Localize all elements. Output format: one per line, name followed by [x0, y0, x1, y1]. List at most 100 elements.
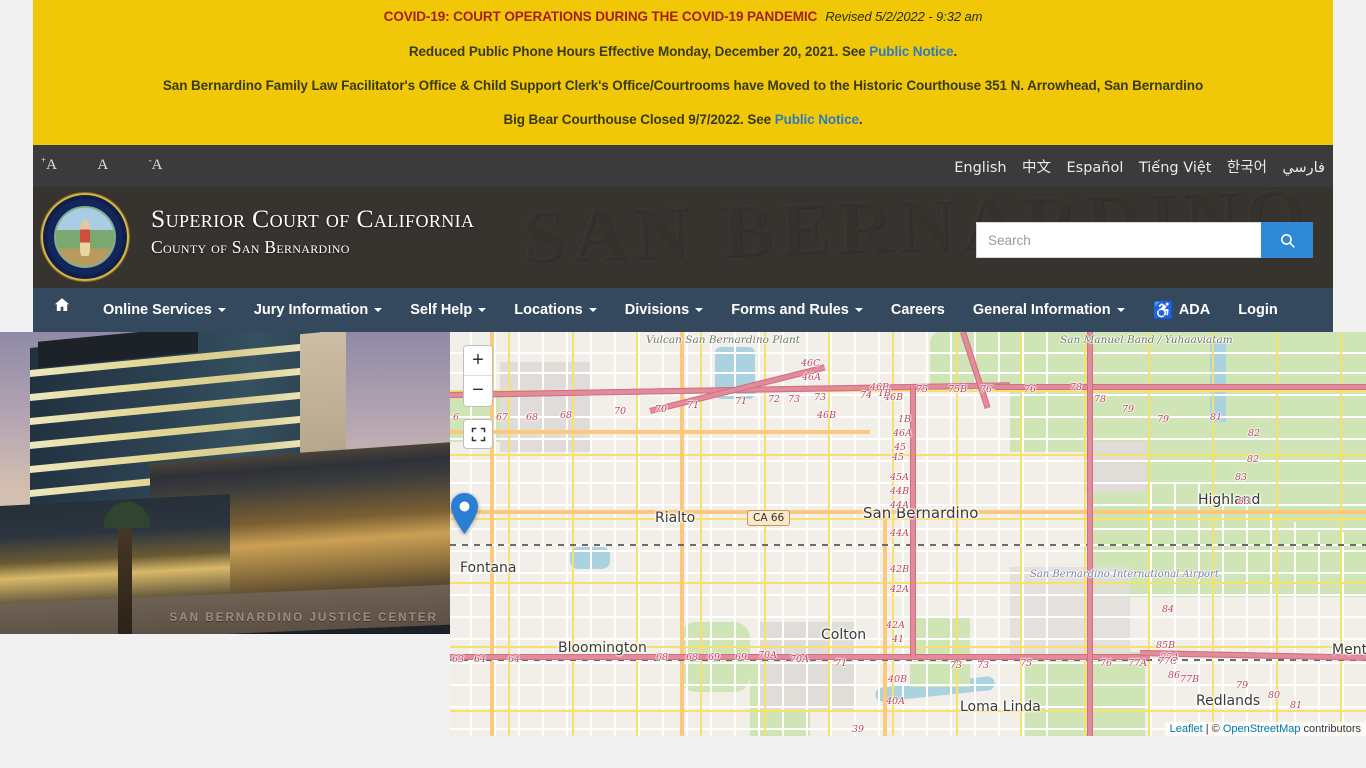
utility-bar: +A A -A English 中文 Español Tiếng Việt 한국… [33, 145, 1333, 187]
nav-label-self-help: Self Help [410, 302, 473, 318]
map-zoom-out-button[interactable]: − [464, 376, 492, 406]
language-link-english[interactable]: English [954, 160, 1006, 176]
attrib-copyright: © [1211, 723, 1223, 735]
font-size-increase-button[interactable]: +A [41, 155, 75, 174]
language-link-farsi[interactable]: فارسي [1282, 160, 1325, 176]
nav-item-divisions[interactable]: Divisions [611, 288, 717, 332]
alert-line-1: COVID-19: COURT OPERATIONS DURING THE CO… [33, 9, 1333, 26]
alert-line-4-period: . [858, 111, 863, 127]
nav-item-forms-and-rules[interactable]: Forms and Rules [717, 288, 877, 332]
map-label-rialto: Rialto [655, 510, 696, 526]
openstreetmap-link[interactable]: OpenStreetMap [1223, 723, 1301, 735]
map-zoom-controls: + − [463, 345, 493, 407]
chevron-down-icon [854, 308, 863, 312]
court-title-line2: County of San Bernardino [151, 236, 350, 257]
map-green-area [910, 617, 970, 687]
alert-line-4-text: Big Bear Courthouse Closed 9/7/2022. See [503, 111, 775, 127]
photo-palm-trunk [118, 514, 132, 634]
search-input[interactable] [976, 222, 1261, 258]
home-icon [53, 288, 71, 332]
attrib-separator: | [1202, 723, 1212, 735]
alert-revised-timestamp: Revised 5/2/2022 - 9:32 am [825, 9, 983, 24]
font-size-increase-label: A [46, 157, 57, 173]
location-map[interactable]: Vulcan San Bernardino Plant San Manuel B… [450, 332, 1366, 736]
font-size-controls: +A A -A [41, 155, 199, 174]
alert-line-2: Reduced Public Phone Hours Effective Mon… [33, 44, 1333, 61]
nav-label-online-services: Online Services [103, 302, 212, 318]
map-fullscreen-button[interactable] [463, 419, 493, 449]
map-grey-area [1086, 442, 1146, 492]
map-label-redlands: Redlands [1196, 693, 1261, 709]
nav-item-online-services[interactable]: Online Services [89, 288, 240, 332]
covid-alert-banner: COVID-19: COURT OPERATIONS DURING THE CO… [33, 0, 1333, 145]
nav-label-ada: ADA [1178, 302, 1211, 318]
leaflet-link[interactable]: Leaflet [1170, 723, 1203, 735]
map-label-bloomington: Bloomington [558, 640, 647, 656]
chevron-down-icon [1116, 308, 1125, 312]
map-highway-shield-ca66: CA 66 [747, 510, 791, 526]
map-label-san-bernardino: San Bernardino [863, 504, 979, 522]
map-label-mentone: Mentone [1332, 642, 1366, 658]
alert-line-2-period: . [953, 43, 958, 59]
nav-item-home[interactable] [33, 288, 89, 332]
location-marker[interactable] [451, 493, 478, 534]
chevron-down-icon [217, 308, 226, 312]
chevron-down-icon [478, 308, 487, 312]
language-link-spanish[interactable]: Español [1067, 160, 1124, 176]
language-link-korean[interactable]: 한국어 [1227, 160, 1267, 176]
search-icon [1280, 233, 1295, 248]
nav-label-login: Login [1238, 302, 1278, 318]
public-notice-link-big-bear[interactable]: Public Notice [775, 112, 859, 127]
nav-item-ada[interactable]: ♿ ADA [1139, 288, 1225, 332]
nav-label-locations: Locations [514, 302, 583, 318]
wheelchair-icon: ♿ [1152, 300, 1174, 320]
alert-line-3: San Bernardino Family Law Facilitator's … [162, 77, 1204, 93]
nav-item-jury-information[interactable]: Jury Information [240, 288, 396, 332]
nav-item-locations[interactable]: Locations [500, 288, 610, 332]
nav-item-self-help[interactable]: Self Help [396, 288, 500, 332]
chevron-down-icon [374, 308, 383, 312]
alert-line-4: Big Bear Courthouse Closed 9/7/2022. See… [33, 112, 1333, 129]
site-search [976, 222, 1313, 258]
nav-label-general-information: General Information [972, 302, 1111, 318]
map-label-san-manuel-band: San Manuel Band / Yuhaaviatam [1060, 334, 1233, 346]
court-title-line1: Superior Court of California [151, 204, 475, 233]
photo-palm-fronds [88, 484, 166, 528]
public-notice-link-phone-hours[interactable]: Public Notice [869, 44, 953, 59]
map-label-loma-linda: Loma Linda [960, 699, 1041, 715]
nav-label-forms-and-rules: Forms and Rules [731, 302, 849, 318]
font-size-decrease-button[interactable]: -A [149, 155, 181, 174]
language-link-vietnamese[interactable]: Tiếng Việt [1139, 160, 1212, 176]
map-zoom-in-button[interactable]: + [464, 346, 492, 376]
map-label-highland: Highland [1198, 492, 1261, 508]
alert-title: COVID-19: COURT OPERATIONS DURING THE CO… [383, 9, 818, 24]
content-row: SAN BERNARDINO JUSTICE CENTER Vulcan San… [0, 332, 1366, 768]
nav-label-divisions: Divisions [624, 302, 690, 318]
main-navigation: Online Services Jury Information Self He… [33, 288, 1333, 332]
nav-item-general-information[interactable]: General Information [959, 288, 1139, 332]
language-selector: English 中文 Español Tiếng Việt 한국어 فارسي [943, 156, 1325, 177]
nav-item-login[interactable]: Login [1224, 288, 1291, 332]
court-title: Superior Court of California County of S… [151, 204, 475, 258]
attrib-suffix: contributors [1300, 723, 1361, 735]
chevron-down-icon [588, 308, 597, 312]
font-size-default-label: A [97, 157, 109, 173]
search-submit-button[interactable] [1261, 222, 1313, 258]
map-attribution: Leaflet | © OpenStreetMap contributors [1164, 722, 1366, 736]
language-link-chinese[interactable]: 中文 [1022, 160, 1051, 176]
court-seal-logo[interactable] [41, 193, 129, 281]
fullscreen-icon [471, 427, 485, 441]
courthouse-photo: SAN BERNARDINO JUSTICE CENTER [0, 332, 450, 634]
nav-item-careers[interactable]: Careers [877, 288, 959, 332]
nav-label-jury-information: Jury Information [253, 302, 369, 318]
photo-right-column [300, 332, 346, 465]
map-label-colton: Colton [821, 627, 867, 643]
nav-label-careers: Careers [890, 302, 945, 318]
font-size-decrease-label: A [151, 157, 163, 173]
map-label-vulcan-plant: Vulcan San Bernardino Plant [646, 334, 800, 346]
chevron-down-icon [695, 308, 704, 312]
map-label-fontana: Fontana [460, 560, 517, 576]
font-size-default-button[interactable]: A [97, 157, 126, 174]
photo-building-name: SAN BERNARDINO JUSTICE CENTER [169, 612, 438, 624]
site-header: SAN BERNARDINO JUSTICE CENTER Superior C… [33, 187, 1333, 288]
